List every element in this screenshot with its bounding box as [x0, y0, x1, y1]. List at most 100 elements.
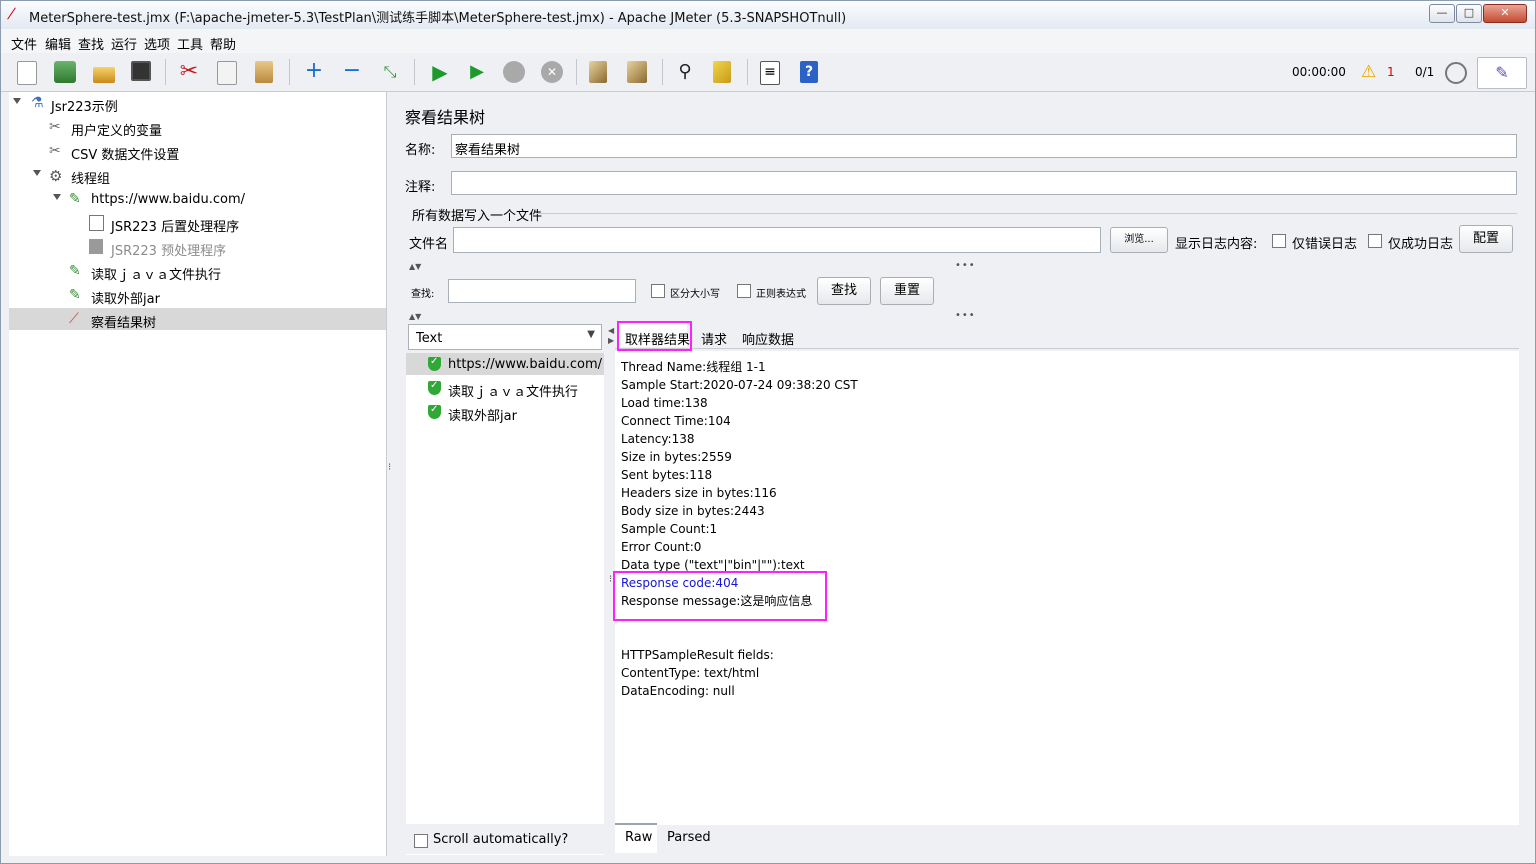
collapse-icon[interactable]: − — [341, 60, 363, 83]
tree-item-post-processor[interactable]: JSR223 后置处理程序 — [9, 212, 386, 235]
tab-response-data[interactable]: 响应数据 — [742, 329, 794, 348]
cut-icon[interactable]: ✂ — [178, 61, 200, 83]
result-item[interactable]: 读取外部jar — [406, 401, 604, 424]
wrench-icon: ✂ — [49, 119, 61, 135]
menu-edit[interactable]: 编辑 — [45, 34, 71, 53]
collapse-arrow-icon[interactable] — [13, 98, 21, 104]
menu-tools[interactable]: 工具 — [177, 34, 203, 53]
result-label: https://www.baidu.com/ — [448, 357, 603, 372]
maximize-button[interactable]: □ — [1456, 4, 1482, 23]
success-shield-icon — [428, 380, 441, 395]
menu-run[interactable]: 运行 — [111, 34, 137, 53]
tree-item-user-vars[interactable]: ✂ 用户定义的变量 — [9, 116, 386, 139]
sample-line: Body size in bytes:2443 — [621, 504, 765, 518]
tab-parsed[interactable]: Parsed — [667, 830, 711, 845]
collapse-arrow-icon[interactable] — [53, 194, 61, 200]
response-highlight-box — [613, 571, 827, 621]
main-splitter[interactable]: ⁝ — [388, 463, 391, 473]
menu-help[interactable]: 帮助 — [210, 34, 236, 53]
result-item[interactable]: 读取ｊａｖａ文件执行 — [406, 377, 604, 400]
tree-item-csv[interactable]: ✂ CSV 数据文件设置 — [9, 140, 386, 163]
renderer-select[interactable]: Text ▼ — [408, 324, 602, 350]
sample-line: DataEncoding: null — [621, 684, 735, 698]
configure-button[interactable]: 配置 — [1459, 225, 1513, 253]
expand-icon[interactable]: + — [303, 60, 325, 83]
tree-label: JSR223 后置处理程序 — [111, 220, 240, 235]
name-field[interactable]: 察看结果树 — [451, 134, 1517, 158]
help-icon[interactable]: ? — [800, 61, 818, 83]
elapsed-timer: 00:00:00 — [1292, 65, 1346, 79]
templates-icon[interactable] — [54, 61, 76, 83]
toggle-icon[interactable]: ⤡ — [379, 61, 401, 83]
splitter-handle[interactable]: ••• — [955, 261, 976, 271]
tree-root[interactable]: ⚗ Jsr223示例 — [9, 92, 386, 115]
splitter-handle[interactable]: ••• — [955, 311, 976, 321]
tree-label: 线程组 — [71, 172, 111, 187]
tree-item-read-jar[interactable]: ✎ 读取外部jar — [9, 284, 386, 307]
tree-item-read-java[interactable]: ✎ 读取ｊａｖａ文件执行 — [9, 260, 386, 283]
collapse-up-icon[interactable]: ▲▼ — [409, 312, 421, 321]
search-field[interactable] — [448, 279, 636, 303]
start-icon[interactable]: ▶ — [429, 61, 451, 83]
regex-checkbox[interactable] — [737, 284, 751, 298]
open-icon[interactable] — [93, 67, 115, 83]
comment-field[interactable] — [451, 171, 1517, 195]
remote-icon[interactable] — [1445, 62, 1467, 84]
tab-request[interactable]: 请求 — [701, 329, 727, 348]
jmeter-window: / MeterSphere-test.jmx (F:\apache-jmeter… — [0, 0, 1536, 864]
copy-icon[interactable] — [217, 61, 237, 85]
errors-only-label: 仅错误日志 — [1292, 237, 1358, 252]
errors-only-checkbox[interactable] — [1272, 234, 1286, 248]
wrench-icon: ✂ — [49, 143, 61, 159]
browse-button[interactable]: 浏览... — [1110, 227, 1168, 253]
toolbar-separator — [289, 59, 290, 85]
start-no-pause-icon[interactable]: ▶ — [466, 61, 488, 83]
find-button[interactable]: 查找 — [817, 277, 871, 305]
result-item[interactable]: https://www.baidu.com/ — [406, 353, 604, 375]
sample-line: Load time:138 — [621, 396, 708, 410]
tree-item-pre-processor[interactable]: JSR223 预处理程序 — [9, 236, 386, 259]
new-icon[interactable] — [17, 61, 37, 85]
result-label: 读取ｊａｖａ文件执行 — [448, 385, 579, 400]
menu-file[interactable]: 文件 — [11, 34, 37, 53]
file-group-title: 所有数据写入一个文件 — [412, 209, 543, 224]
warning-icon[interactable]: ⚠ — [1361, 62, 1376, 82]
paste-icon[interactable] — [255, 61, 273, 83]
collapse-arrow-icon[interactable] — [33, 170, 41, 176]
menu-search[interactable]: 查找 — [78, 34, 104, 53]
tab-divider — [615, 348, 1519, 349]
success-only-checkbox[interactable] — [1368, 234, 1382, 248]
tab-raw[interactable]: Raw — [625, 830, 652, 845]
log-viewer-icon[interactable]: ✎ — [1477, 57, 1527, 89]
case-sensitive-label: 区分大小写 — [670, 289, 720, 300]
case-sensitive-checkbox[interactable] — [651, 284, 665, 298]
scroll-auto-row: Scroll automatically? — [406, 824, 604, 854]
stop-icon[interactable] — [503, 61, 525, 83]
reset-search-icon[interactable] — [713, 61, 731, 83]
results-splitter[interactable]: ⁝ — [609, 575, 612, 585]
test-plan-tree: ⚗ Jsr223示例 ✂ 用户定义的变量 ✂ CSV 数据文件设置 ⚙ 线程组 … — [9, 92, 387, 856]
renderer-value: Text — [416, 331, 443, 346]
tree-item-baidu[interactable]: ✎ https://www.baidu.com/ — [9, 188, 386, 210]
tree-item-thread-group[interactable]: ⚙ 线程组 — [9, 164, 386, 187]
filename-field[interactable] — [453, 227, 1101, 253]
toolbar-separator — [576, 59, 577, 85]
scroll-auto-checkbox[interactable] — [414, 834, 428, 848]
close-button[interactable]: ✕ — [1483, 4, 1527, 23]
regex-label: 正则表达式 — [756, 289, 806, 300]
clear-all-icon[interactable] — [627, 61, 647, 83]
minimize-button[interactable]: — — [1429, 4, 1455, 23]
scroll-auto-label: Scroll automatically? — [433, 832, 569, 847]
collapse-left-icon[interactable]: ◀ ▶ — [608, 326, 614, 346]
shutdown-icon[interactable]: ✕ — [541, 61, 563, 83]
function-helper-icon[interactable]: ≡ — [760, 61, 780, 85]
title-bar: / MeterSphere-test.jmx (F:\apache-jmeter… — [1, 1, 1535, 29]
save-icon[interactable] — [131, 61, 151, 81]
menu-bar: 文件 编辑 查找 运行 选项 工具 帮助 — [1, 29, 1535, 53]
tree-item-results-tree[interactable]: ⟋ 察看结果树 — [9, 308, 386, 331]
clear-icon[interactable] — [589, 61, 607, 83]
collapse-up-icon[interactable]: ▲▼ — [409, 262, 421, 271]
search-icon[interactable]: ⚲ — [674, 61, 696, 83]
reset-button[interactable]: 重置 — [880, 277, 934, 305]
menu-options[interactable]: 选项 — [144, 34, 170, 53]
